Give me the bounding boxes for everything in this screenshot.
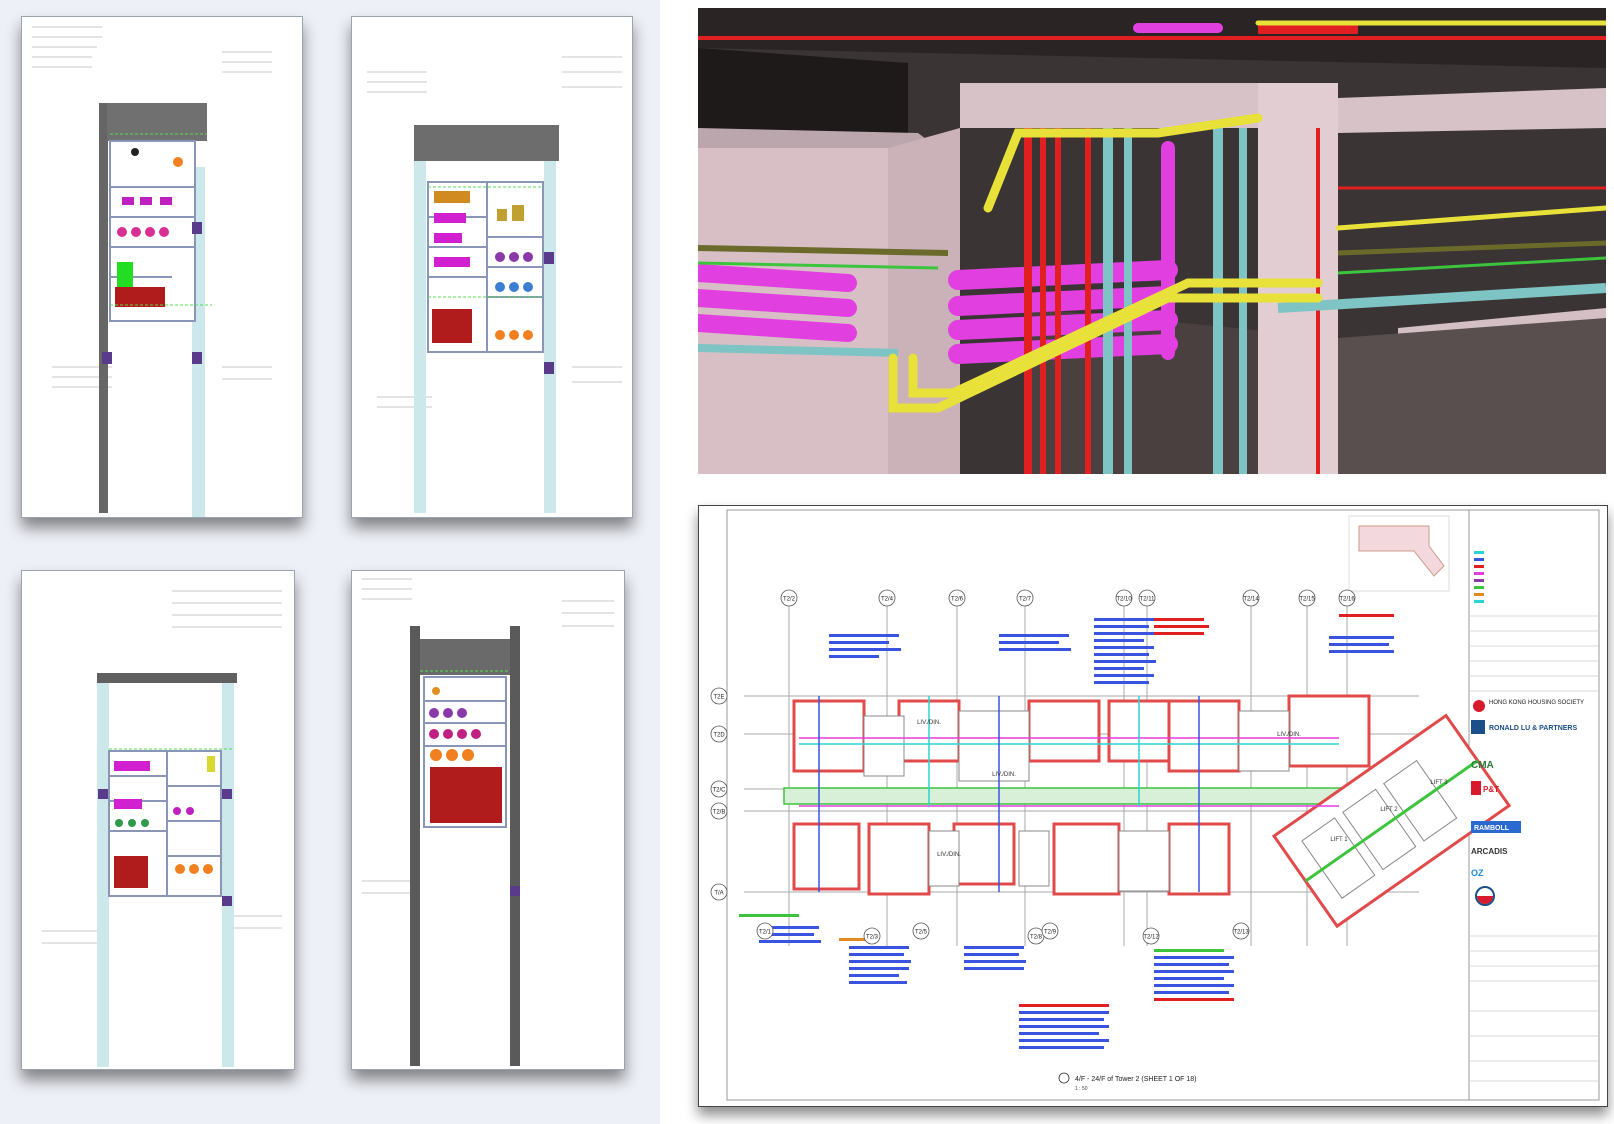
arcadis-logo-text: ARCADIS: [1471, 847, 1508, 856]
gridline-label: T2/12: [1143, 935, 1159, 941]
section-sheet-2: [351, 16, 633, 518]
gridline-label: T2/10: [1116, 597, 1132, 603]
gridline-label: T2/9: [1044, 930, 1057, 936]
gridline-labels-top: T2/2 T2/4 T2/6 T2/7 T2/10 T2/11 T2/14 T2/15 T2/1…: [780, 589, 1356, 607]
pt-logo-text: P&T: [1483, 785, 1499, 794]
gridline-label: T2/16: [1339, 597, 1355, 603]
gridline-label: T2/B: [713, 810, 726, 816]
section-sheet-4: [351, 570, 625, 1070]
gridline-label: T2/C: [712, 788, 726, 794]
rlp-logo-text: RONALD LU & PARTNERS: [1489, 725, 1577, 732]
gridline-label: T2/13: [1233, 930, 1249, 936]
drawing-title: 4/F - 24/F of Tower 2 (SHEET 1 OF 18): [1075, 1076, 1197, 1083]
drawing-scale: 1 : 50: [1075, 1086, 1088, 1092]
mep-floor-plan-sheet: T2/2 T2/4 T2/6 T2/7 T2/10 T2/11 T2/14 T2/15 T2/1…: [698, 505, 1608, 1107]
room-label: LIV./DIN.: [992, 772, 1016, 778]
gridline-label: T/A: [714, 891, 723, 897]
room-label: LIFT 1: [1330, 837, 1348, 843]
room-label: LIV./DIN.: [917, 720, 941, 726]
gridline-label: T2/11: [1140, 597, 1156, 603]
gridline-label: T2/6: [951, 597, 964, 603]
gridline-label: T2/7: [1019, 597, 1032, 603]
gridline-label: T2/8: [1030, 935, 1043, 941]
room-label: LIFT 2: [1380, 807, 1398, 813]
cma-logo-text: CMA: [1471, 760, 1494, 771]
gridline-labels-bottom: T2/1 T2/3 T2/5 T2/8T2/9 T2/12 T2/13: [756, 922, 1250, 945]
gridline-labels-left: T2E T2D T2/C T2/B T/A: [710, 687, 728, 901]
room-label: LIV./DIN.: [1277, 732, 1301, 738]
bim-3d-render: [698, 8, 1606, 474]
oz-logo-text: OZ: [1471, 868, 1484, 878]
gridline-label: T2/4: [881, 597, 894, 603]
hkhs-logo-text: HONG KONG HOUSING SOCIETY: [1489, 700, 1584, 706]
gridline-label: T2D: [713, 733, 725, 739]
section-sheet-3: [21, 570, 295, 1070]
gridline-label: T2/1: [759, 930, 772, 936]
gridline-label: T2/3: [866, 935, 879, 941]
room-label: LIV./DIN.: [937, 852, 961, 858]
gridline-label: T2/5: [915, 930, 928, 936]
ramboll-logo-text: RAMBOLL: [1474, 825, 1510, 832]
gridline-label: T2/2: [783, 597, 796, 603]
section-sheet-1: [21, 16, 303, 518]
gridline-label: T2/15: [1299, 597, 1315, 603]
room-label: LIFT 3: [1430, 780, 1448, 786]
gridline-label: T2/14: [1243, 597, 1259, 603]
gridline-label: T2E: [713, 695, 724, 701]
